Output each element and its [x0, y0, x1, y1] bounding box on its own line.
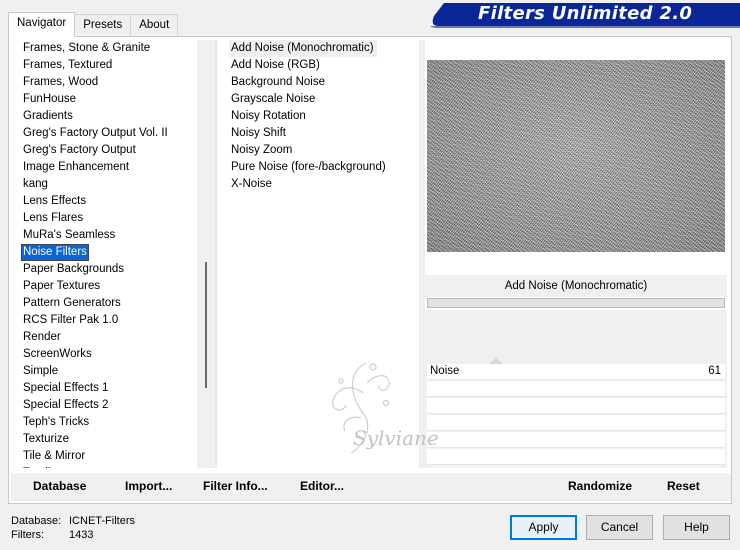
- category-item[interactable]: Special Effects 1: [21, 380, 195, 397]
- tab-navigator[interactable]: Navigator: [8, 12, 76, 37]
- randomize-button[interactable]: Randomize: [568, 479, 632, 493]
- category-item[interactable]: Render: [21, 329, 195, 346]
- filter-item[interactable]: Add Noise (Monochromatic): [229, 40, 377, 57]
- reset-button[interactable]: Reset: [667, 479, 700, 493]
- category-scrollbar[interactable]: [197, 40, 215, 468]
- title-banner: Filters Unlimited 2.0: [430, 2, 740, 29]
- category-item[interactable]: Noise Filters: [21, 244, 89, 261]
- parameter-panel: Noise 61: [425, 310, 727, 468]
- category-item[interactable]: Lens Flares: [21, 210, 195, 227]
- banner-title: Filters Unlimited 2.0: [478, 3, 693, 24]
- parameter-value: 61: [708, 365, 721, 377]
- category-item[interactable]: MuRa's Seamless: [21, 227, 195, 244]
- category-item[interactable]: kang: [21, 176, 195, 193]
- status-database-label: Database:: [11, 515, 62, 527]
- category-item[interactable]: FunHouse: [21, 91, 195, 108]
- category-item[interactable]: Gradients: [21, 108, 195, 125]
- category-item[interactable]: Texturize: [21, 431, 195, 448]
- filter-item[interactable]: Noisy Zoom: [229, 142, 417, 159]
- panel-toolbar: Database Import... Filter Info... Editor…: [11, 473, 731, 501]
- status-filters-value: 1433: [69, 529, 94, 541]
- status-area: Database: ICNET-Filters Filters: 1433: [11, 514, 135, 542]
- parameter-row-empty: [427, 398, 725, 414]
- category-item[interactable]: Special Effects 2: [21, 397, 195, 414]
- category-item[interactable]: Frames, Stone & Granite: [21, 40, 195, 57]
- status-filters-label: Filters:: [11, 529, 44, 541]
- filter-item[interactable]: Grayscale Noise: [229, 91, 417, 108]
- category-list[interactable]: Frames, Stone & Granite Frames, Textured F…: [21, 40, 195, 468]
- tab-presets[interactable]: Presets: [74, 14, 132, 36]
- category-item[interactable]: Pattern Generators: [21, 295, 195, 312]
- filter-item[interactable]: Pure Noise (fore-/background): [229, 159, 417, 176]
- category-item[interactable]: Paper Textures: [21, 278, 195, 295]
- filter-item[interactable]: Background Noise: [229, 74, 417, 91]
- editor-button[interactable]: Editor...: [300, 479, 344, 493]
- category-item[interactable]: Frames, Textured: [21, 57, 195, 74]
- watermark-logo: Sylviane: [332, 362, 439, 454]
- category-item[interactable]: Image Enhancement: [21, 159, 195, 176]
- navigator-panel: Frames, Stone & Granite Frames, Textured F…: [8, 36, 732, 504]
- category-item[interactable]: Teph's Tricks: [21, 414, 195, 431]
- category-item[interactable]: Greg's Factory Output Vol. II: [21, 125, 195, 142]
- help-button[interactable]: Help: [663, 515, 730, 540]
- category-item[interactable]: Toadies: [21, 465, 195, 468]
- tab-bar: Navigator Presets About: [8, 12, 179, 37]
- category-item[interactable]: Lens Effects: [21, 193, 195, 210]
- parameter-row-noise[interactable]: Noise 61: [427, 358, 725, 380]
- category-item[interactable]: ScreenWorks: [21, 346, 195, 363]
- filter-list[interactable]: Add Noise (Monochromatic) Add Noise (RGB)…: [229, 40, 417, 193]
- filter-info-button[interactable]: Filter Info...: [203, 479, 268, 493]
- apply-button[interactable]: Apply: [510, 515, 577, 540]
- divider: [215, 40, 217, 468]
- preview-image: [427, 60, 725, 252]
- filter-item[interactable]: Add Noise (RGB): [229, 57, 417, 74]
- current-filter-title: Add Noise (Monochromatic): [425, 275, 727, 297]
- watermark-text: Sylviane: [353, 426, 439, 450]
- category-item[interactable]: Greg's Factory Output: [21, 142, 195, 159]
- category-item[interactable]: Simple: [21, 363, 195, 380]
- progress-bar: [427, 298, 725, 308]
- slider-marker-icon: [489, 358, 503, 364]
- parameter-row-empty: [427, 432, 725, 448]
- database-button[interactable]: Database: [33, 479, 86, 493]
- parameter-row-empty: [427, 415, 725, 431]
- filter-item[interactable]: Noisy Shift: [229, 125, 417, 142]
- import-button[interactable]: Import...: [125, 479, 172, 493]
- category-item[interactable]: RCS Filter Pak 1.0: [21, 312, 195, 329]
- scrollbar-thumb[interactable]: [205, 262, 207, 388]
- filter-item[interactable]: X-Noise: [229, 176, 417, 193]
- cancel-button[interactable]: Cancel: [586, 515, 653, 540]
- category-item[interactable]: Tile & Mirror: [21, 448, 195, 465]
- tab-about[interactable]: About: [130, 14, 179, 36]
- status-database-value: ICNET-Filters: [69, 515, 135, 527]
- filter-item[interactable]: Noisy Rotation: [229, 108, 417, 125]
- parameter-row-empty: [427, 381, 725, 397]
- category-item[interactable]: Frames, Wood: [21, 74, 195, 91]
- parameter-row-empty: [427, 449, 725, 465]
- category-item[interactable]: Paper Backgrounds: [21, 261, 195, 278]
